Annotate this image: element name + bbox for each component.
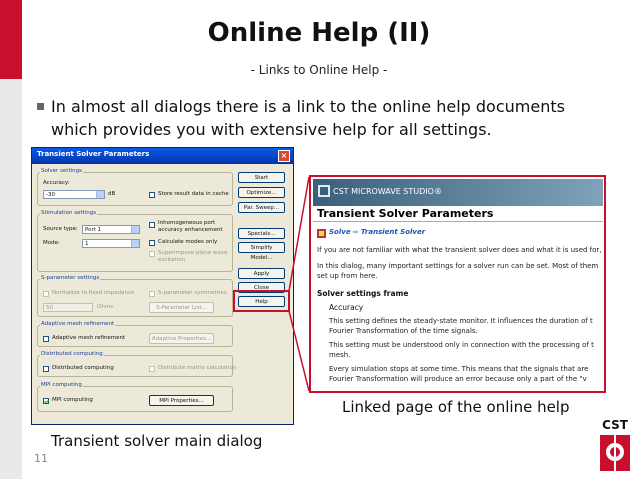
connector-line-bottom (288, 310, 310, 392)
help-para-1: If you are not familiar with what the tr… (317, 246, 602, 254)
help-divider (313, 221, 603, 222)
cst-logo-text: CST (602, 418, 628, 432)
help-text-3-line-1: Every simulation stops at some time. Thi… (329, 365, 589, 373)
book-icon (317, 229, 326, 238)
caption-help-page: Linked page of the online help (342, 398, 570, 416)
crumb-link-solve[interactable]: Solve (329, 228, 351, 236)
help-text-3-line-2: Fourier Transformation will produce an e… (329, 375, 587, 383)
connector-line-top (288, 176, 310, 292)
caption-dialog: Transient solver main dialog (51, 432, 263, 450)
help-text-2-line-2: mesh. (329, 351, 351, 359)
help-text-2-line-1: This setting must be understood only in … (329, 341, 594, 349)
crumb-arrow-icon: ⇨ (352, 228, 359, 236)
cst-logo: CST (595, 418, 635, 474)
help-para-2-line-2: set up from here. (317, 272, 378, 280)
help-brand: CST MICROWAVE STUDIO® (333, 187, 442, 196)
help-breadcrumb: Solve ⇨ Transient Solver (329, 228, 425, 236)
help-header-band: CST MICROWAVE STUDIO® (313, 179, 603, 206)
cst-emblem-icon (600, 435, 630, 471)
help-text-1-line-1: This setting defines the steady-state mo… (329, 317, 593, 325)
online-help-window: CST MICROWAVE STUDIO® Transient Solver P… (309, 175, 606, 393)
crumb-link-transient[interactable]: Transient Solver (361, 228, 425, 236)
help-title: Transient Solver Parameters (317, 207, 494, 220)
slide-number: 11 (34, 452, 48, 465)
help-subheading: Accuracy (329, 303, 364, 312)
help-text-1-line-2: Fourier Transformation of the time signa… (329, 327, 478, 335)
help-section-heading: Solver settings frame (317, 289, 409, 298)
help-para-2-line-1: In this dialog, many important settings … (317, 262, 599, 270)
cst-logo-icon (318, 185, 330, 197)
